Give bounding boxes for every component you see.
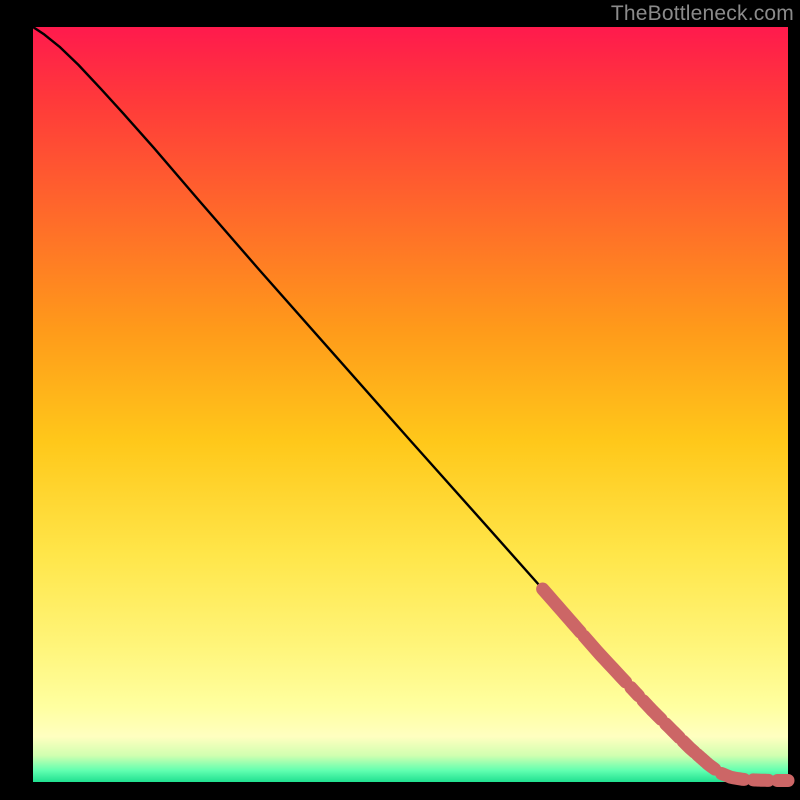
watermark-text: TheBottleneck.com — [611, 2, 794, 26]
marker-dash-2 — [631, 688, 639, 696]
chart-frame: TheBottleneck.com — [0, 0, 800, 800]
chart-canvas — [0, 0, 800, 800]
marker-dash-7 — [707, 763, 715, 769]
marker-dash-8 — [722, 774, 745, 780]
